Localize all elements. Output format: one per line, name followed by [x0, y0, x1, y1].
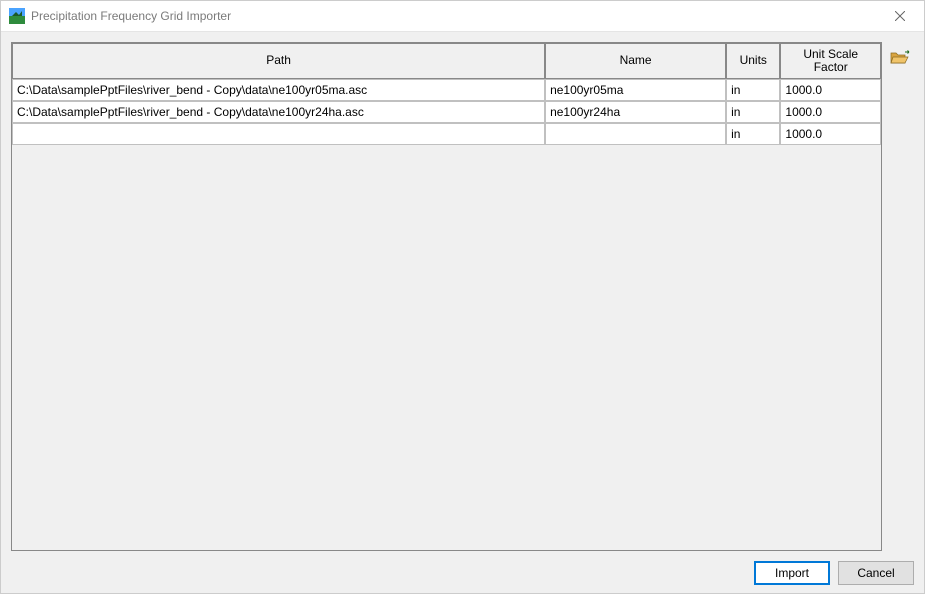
cell-scale[interactable]: 1000.0 [780, 79, 881, 101]
cell-scale[interactable]: 1000.0 [780, 123, 881, 145]
browse-button[interactable] [888, 46, 912, 70]
content-row: Path Name Units Unit Scale Factor C:\Dat… [11, 42, 914, 551]
cell-units[interactable]: in [726, 123, 780, 145]
cell-name[interactable]: ne100yr05ma [545, 79, 726, 101]
grid-table[interactable]: Path Name Units Unit Scale Factor C:\Dat… [12, 43, 881, 145]
cancel-button[interactable]: Cancel [838, 561, 914, 585]
col-header-path[interactable]: Path [12, 43, 545, 79]
close-icon [895, 11, 905, 21]
window-close-button[interactable] [878, 2, 922, 30]
table-row[interactable]: C:\Data\samplePptFiles\river_bend - Copy… [12, 79, 881, 101]
col-header-units[interactable]: Units [726, 43, 780, 79]
import-button[interactable]: Import [754, 561, 830, 585]
cell-path[interactable]: C:\Data\samplePptFiles\river_bend - Copy… [12, 101, 545, 123]
cell-name[interactable] [545, 123, 726, 145]
col-header-scale[interactable]: Unit Scale Factor [780, 43, 881, 79]
table-row[interactable]: C:\Data\samplePptFiles\river_bend - Copy… [12, 101, 881, 123]
app-icon [9, 8, 25, 24]
cell-path[interactable] [12, 123, 545, 145]
grid-table-container: Path Name Units Unit Scale Factor C:\Dat… [11, 42, 882, 551]
window-title: Precipitation Frequency Grid Importer [31, 9, 231, 23]
cell-scale[interactable]: 1000.0 [780, 101, 881, 123]
cell-name[interactable]: ne100yr24ha [545, 101, 726, 123]
folder-open-icon [890, 50, 910, 66]
cell-units[interactable]: in [726, 101, 780, 123]
table-header-row: Path Name Units Unit Scale Factor [12, 43, 881, 79]
cell-units[interactable]: in [726, 79, 780, 101]
dialog-button-row: Import Cancel [11, 551, 914, 585]
table-row[interactable]: in 1000.0 [12, 123, 881, 145]
titlebar: Precipitation Frequency Grid Importer [1, 1, 924, 31]
side-toolbar [888, 42, 914, 551]
dialog-window: Precipitation Frequency Grid Importer Pa… [0, 0, 925, 594]
cell-path[interactable]: C:\Data\samplePptFiles\river_bend - Copy… [12, 79, 545, 101]
col-header-name[interactable]: Name [545, 43, 726, 79]
client-area: Path Name Units Unit Scale Factor C:\Dat… [1, 31, 924, 593]
